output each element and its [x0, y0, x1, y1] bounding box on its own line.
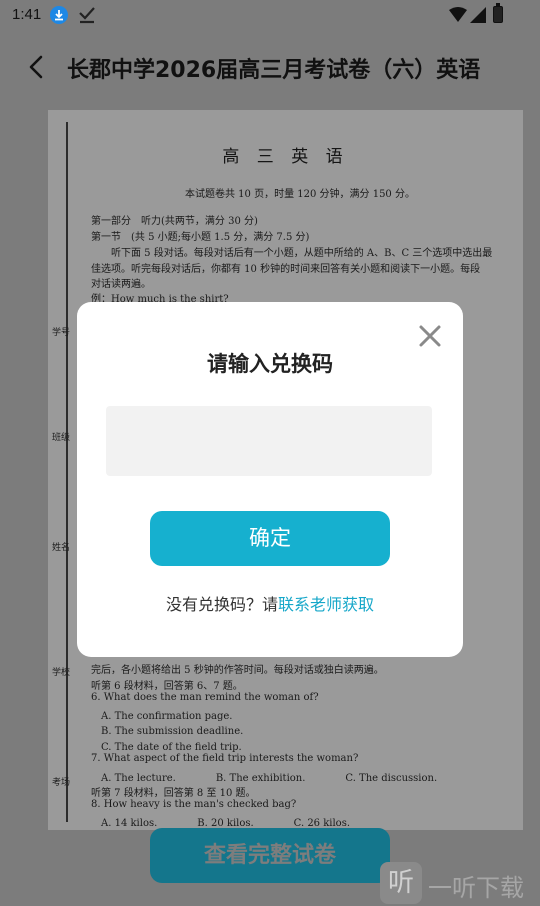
paper-line: A. The lecture. B. The exhibition. C. Th…	[91, 773, 438, 784]
paper-line: 佳选项。听完每段对话后，你都有 10 秒钟的时间来回答有关小题和阅读下一小题。每…	[91, 264, 481, 275]
paper-line: 完后，各小题将给出 5 秒钟的作答时间。每段对话或独白读两遍。	[91, 665, 384, 676]
signal-icon	[470, 7, 486, 28]
watermark-logo: 听	[380, 862, 422, 904]
paper-line: C. The date of the field trip.	[91, 742, 242, 753]
paper-line: 对话读两遍。	[91, 279, 151, 290]
close-icon[interactable]	[418, 324, 442, 348]
status-bar: 1:41	[0, 0, 540, 32]
binding-line	[66, 122, 68, 822]
top-bar: 长郡中学2026届高三月考试卷（六）英语	[0, 32, 540, 102]
redeem-code-dialog: 请输入兑换码 确定 没有兑换码？请联系老师获取	[77, 302, 463, 657]
paper-line: 第一节 (共 5 小题;每小题 1.5 分，满分 7.5 分)	[91, 232, 310, 243]
status-time: 1:41	[12, 6, 42, 23]
paper-title: 高 三 英 语	[222, 147, 349, 167]
battery-icon	[493, 3, 503, 23]
side-label: 考场	[52, 778, 71, 788]
paper-line: 本试题卷共 10 页，时量 120 分钟，满分 150 分。	[185, 189, 415, 200]
hint-text: 没有兑换码？请	[165, 595, 278, 614]
side-label: 学校	[52, 668, 71, 678]
no-code-hint: 没有兑换码？请联系老师获取	[77, 591, 463, 615]
checkmark-icon	[79, 6, 95, 29]
paper-line: 第一部分 听力(共两节，满分 30 分)	[91, 216, 258, 227]
view-full-exam-button[interactable]: 查看完整试卷	[150, 828, 390, 883]
contact-teacher-link[interactable]: 联系老师获取	[278, 595, 374, 614]
paper-line: A. The confirmation page.	[91, 711, 233, 722]
paper-line: 听下面 5 段对话。每段对话后有一个小题，从题中所给的 A、B、C 三个选项中选…	[91, 248, 493, 259]
paper-line: 6. What does the man remind the woman of…	[91, 692, 319, 703]
watermark-text: 一听下载	[428, 874, 524, 902]
redeem-code-input[interactable]	[106, 406, 432, 476]
side-label: 班级	[52, 433, 71, 443]
paper-line: 7. What aspect of the field trip interes…	[91, 753, 359, 764]
watermark: 听 一听下载	[380, 860, 540, 906]
paper-line: 听第 6 段材料，回答第 6、7 题。	[91, 681, 243, 692]
page-title: 长郡中学2026届高三月考试卷（六）英语	[67, 58, 481, 83]
download-icon	[50, 6, 68, 24]
paper-line: 听第 7 段材料，回答第 8 至 10 题。	[91, 788, 256, 799]
confirm-button[interactable]: 确定	[150, 511, 390, 566]
dialog-title: 请输入兑换码	[207, 352, 333, 376]
wifi-icon	[449, 7, 467, 27]
paper-line: A. 14 kilos. B. 20 kilos. C. 26 kilos.	[91, 818, 351, 829]
paper-line: B. The submission deadline.	[91, 726, 244, 737]
paper-line: 8. How heavy is the man's checked bag?	[91, 799, 297, 810]
side-label: 姓名	[52, 543, 71, 553]
back-arrow-icon[interactable]	[24, 54, 50, 80]
side-label: 学号	[52, 328, 71, 338]
